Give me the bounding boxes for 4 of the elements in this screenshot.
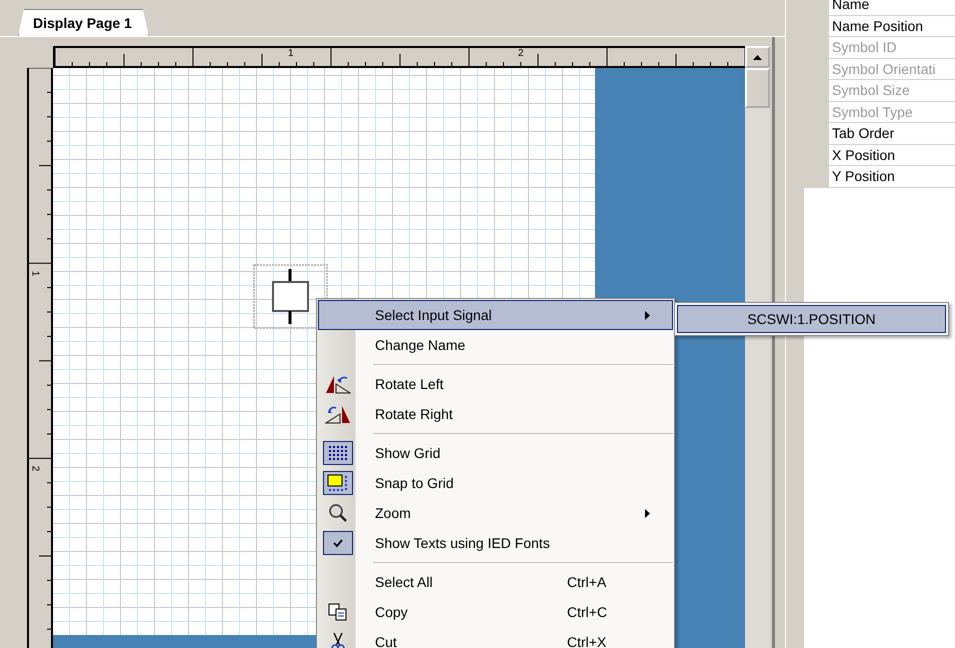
ruler-label: 1 <box>29 270 40 276</box>
ruler-label: 2 <box>29 466 40 472</box>
ruler-label: 2 <box>518 48 524 59</box>
ruler-label: 1 <box>288 48 294 59</box>
